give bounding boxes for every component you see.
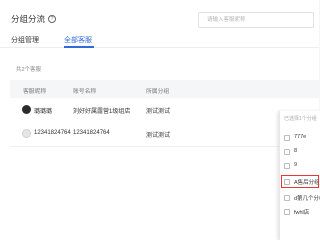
tab-all-agents[interactable]: 全部客服 — [64, 35, 92, 45]
option-label: 9 — [294, 162, 298, 168]
table-row[interactable]: 12341824764 12341824764 测试测试 — [10, 122, 319, 147]
column-header-group: 所属分组 — [146, 89, 170, 95]
search-input[interactable]: 请输入客服昵称 — [198, 12, 314, 28]
dropdown-option[interactable]: 9 — [280, 161, 320, 172]
table-row[interactable]: 璐璐璐 刘好好属露营1级组店 测试测试 — [10, 98, 319, 123]
row-nickname: 12341824764 — [34, 130, 71, 136]
help-icon[interactable]: ? — [48, 15, 57, 23]
option-label: 777e — [294, 134, 307, 140]
option-label: 8 — [294, 148, 298, 154]
active-tab-indicator — [64, 46, 94, 48]
row-nickname: 璐璐璐 — [34, 109, 53, 115]
row-account: 刘好好属露营1级组店 — [73, 109, 131, 115]
dropdown-option[interactable]: fwhl店 — [280, 207, 320, 218]
dropdown-option[interactable]: d第几个分组 — [280, 193, 320, 204]
option-label: fwhl店 — [294, 210, 310, 216]
highlight-box — [281, 175, 319, 188]
column-header-nickname: 客服昵称 — [23, 89, 47, 95]
dropdown-header: 已选择1个分组 — [284, 116, 317, 122]
row-group[interactable]: 测试测试 — [146, 106, 170, 115]
tab-bar: 分组管理 全部客服 — [0, 31, 319, 48]
checkbox[interactable] — [284, 149, 290, 155]
column-header-account: 账号名称 — [73, 89, 97, 95]
avatar — [22, 105, 31, 114]
page-title: 分组分流 ? — [11, 13, 57, 25]
checkbox[interactable] — [284, 209, 290, 215]
dropdown-option[interactable]: 777e — [280, 133, 320, 144]
row-group[interactable]: 测试测试 — [146, 130, 170, 139]
dropdown-option[interactable]: 8 — [280, 147, 320, 158]
checkbox[interactable] — [284, 135, 290, 141]
row-account: 12341824764 — [73, 130, 110, 136]
option-label: d第几个分组 — [294, 196, 320, 202]
table-header: 客服昵称 账号名称 所属分组 — [10, 80, 319, 98]
agent-count: 共2个客服 — [16, 67, 42, 73]
tab-group-management[interactable]: 分组管理 — [11, 35, 39, 45]
checkbox[interactable] — [284, 163, 290, 169]
checkbox[interactable] — [284, 195, 290, 201]
avatar — [22, 129, 31, 138]
page-title-text: 分组分流 — [11, 14, 46, 24]
main-panel: 分组分流 ? 请输入客服昵称 分组管理 全部客服 共2个客服 客服昵称 账号名称… — [0, 0, 320, 240]
